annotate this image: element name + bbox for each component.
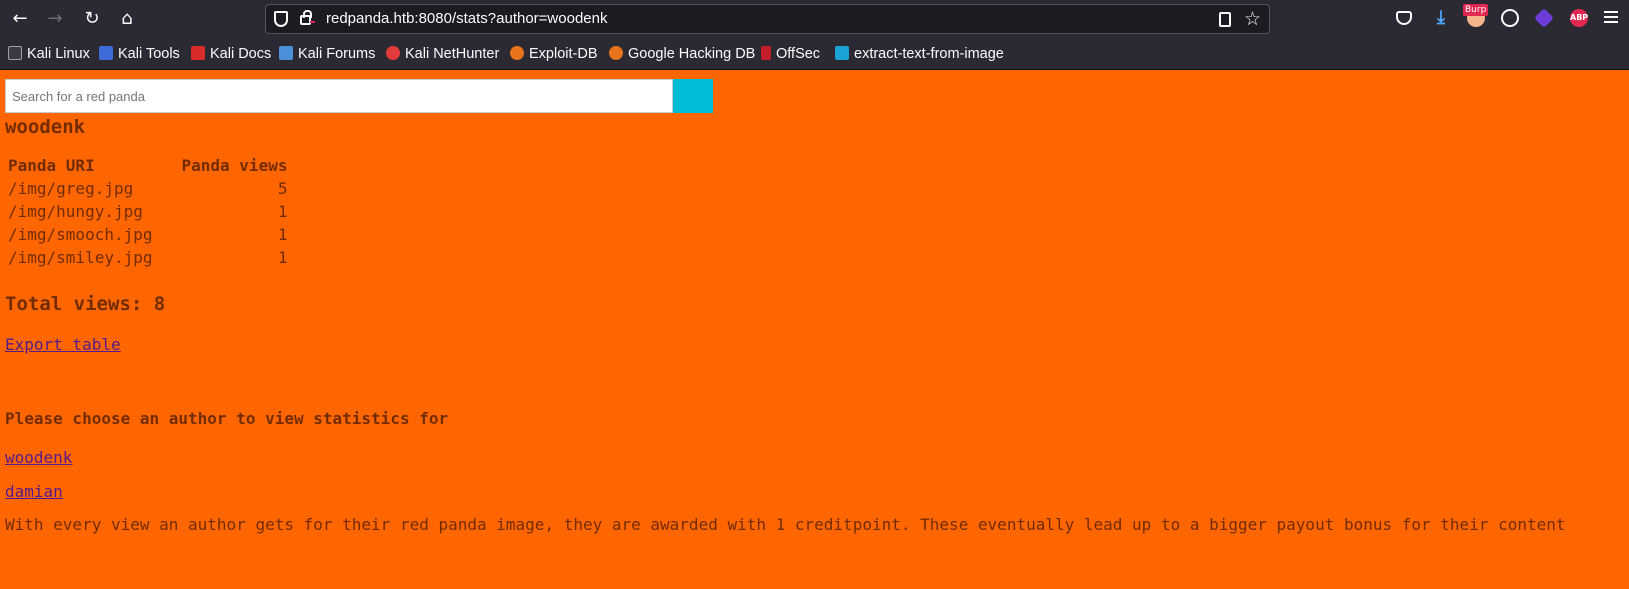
panda-uri: /img/smooch.jpg	[8, 224, 153, 244]
kali-docs-icon	[191, 46, 205, 60]
cookie-icon[interactable]	[1501, 9, 1519, 27]
panda-views: 1	[277, 201, 288, 221]
panda-uri: /img/hungy.jpg	[8, 201, 143, 221]
reload-icon[interactable]: ↻	[79, 6, 105, 32]
browser-toolbar: ← → ↻ ⌂ redpanda.htb:8080/stats?author=w…	[0, 0, 1629, 38]
bookmark-kali-linux[interactable]: Kali Linux	[8, 44, 90, 64]
panda-views: 1	[277, 224, 288, 244]
bookmarks-toolbar: Kali Linux Kali Tools Kali Docs Kali For…	[0, 38, 1629, 70]
bookmark-offsec[interactable]: OffSec	[761, 44, 820, 64]
insecure-lock-icon[interactable]	[300, 10, 315, 25]
adblock-plus-icon[interactable]: ABP	[1570, 9, 1588, 27]
table-row: /img/hungy.jpg 1	[8, 200, 287, 222]
author-link-woodenk[interactable]: woodenk	[5, 448, 72, 467]
bookmark-extract-text[interactable]: extract-text-from-image	[835, 44, 1004, 64]
table-header-row: Panda URI Panda views	[8, 154, 287, 176]
pocket-icon[interactable]	[1396, 11, 1412, 25]
column-header-views: Panda views	[181, 155, 288, 175]
search-input[interactable]	[5, 79, 673, 113]
bookmark-label: OffSec	[776, 46, 821, 62]
bookmark-label: Exploit-DB	[529, 46, 598, 62]
ghdb-icon	[609, 46, 623, 60]
panda-views: 5	[277, 178, 288, 198]
total-views: Total views: 8	[5, 293, 166, 315]
bookmark-label: Kali Docs	[210, 46, 272, 62]
kali-forums-icon	[279, 46, 293, 60]
column-header-uri: Panda URI	[8, 155, 95, 175]
b-icon	[835, 46, 849, 60]
bookmark-label: Kali Tools	[118, 46, 180, 62]
home-icon[interactable]: ⌂	[114, 6, 140, 32]
bookmark-star-icon[interactable]: ☆	[1244, 7, 1261, 31]
table-row: /img/smooch.jpg 1	[8, 223, 287, 245]
bookmark-kali-docs[interactable]: Kali Docs	[191, 44, 271, 64]
kali-dragon-icon	[8, 46, 22, 60]
choose-author-heading: Please choose an author to view statisti…	[5, 409, 449, 428]
back-arrow-icon[interactable]: ←	[7, 6, 33, 32]
table-row: /img/greg.jpg 5	[8, 177, 287, 199]
panda-uri: /img/smiley.jpg	[8, 247, 153, 267]
page-content: woodenk Panda URI Panda views /img/greg.…	[0, 71, 1629, 589]
creditpoint-info-text: With every view an author gets for their…	[5, 515, 1566, 534]
tracking-shield-icon[interactable]	[274, 11, 288, 27]
url-bar[interactable]: redpanda.htb:8080/stats?author=woodenk ☆	[265, 4, 1270, 34]
bookmark-kali-tools[interactable]: Kali Tools	[99, 44, 180, 64]
panda-views: 1	[277, 247, 288, 267]
bookmark-kali-nethunter[interactable]: Kali NetHunter	[386, 44, 499, 64]
exploit-db-icon	[510, 46, 524, 60]
bookmark-label: extract-text-from-image	[854, 46, 1004, 62]
reader-view-icon[interactable]	[1219, 12, 1231, 27]
bookmark-google-hacking-db[interactable]: Google Hacking DB	[609, 44, 755, 64]
table-row: /img/smiley.jpg 1	[8, 246, 287, 268]
burp-badge: Burp	[1463, 4, 1489, 16]
author-heading: woodenk	[5, 116, 86, 138]
url-text[interactable]: redpanda.htb:8080/stats?author=woodenk	[326, 10, 607, 27]
nethunter-icon	[386, 46, 400, 60]
bookmark-label: Google Hacking DB	[628, 46, 756, 62]
bookmark-exploit-db[interactable]: Exploit-DB	[510, 44, 598, 64]
layers-extension-icon[interactable]	[1534, 8, 1554, 28]
bookmark-label: Kali Forums	[298, 46, 376, 62]
forward-arrow-icon[interactable]: →	[42, 6, 68, 32]
panda-uri: /img/greg.jpg	[8, 178, 134, 198]
bookmark-label: Kali NetHunter	[405, 46, 500, 62]
bookmark-label: Kali Linux	[27, 46, 90, 62]
panda-stats-table: Panda URI Panda views /img/greg.jpg 5 /i…	[5, 153, 290, 269]
offsec-icon	[761, 46, 771, 60]
kali-tools-icon	[99, 46, 113, 60]
author-link-damian[interactable]: damian	[5, 482, 63, 501]
export-table-link[interactable]: Export table	[5, 335, 121, 354]
bookmark-kali-forums[interactable]: Kali Forums	[279, 44, 375, 64]
search-button[interactable]	[673, 79, 713, 113]
download-icon[interactable]: ⤓	[1432, 9, 1450, 27]
hamburger-menu-icon[interactable]	[1604, 11, 1618, 23]
